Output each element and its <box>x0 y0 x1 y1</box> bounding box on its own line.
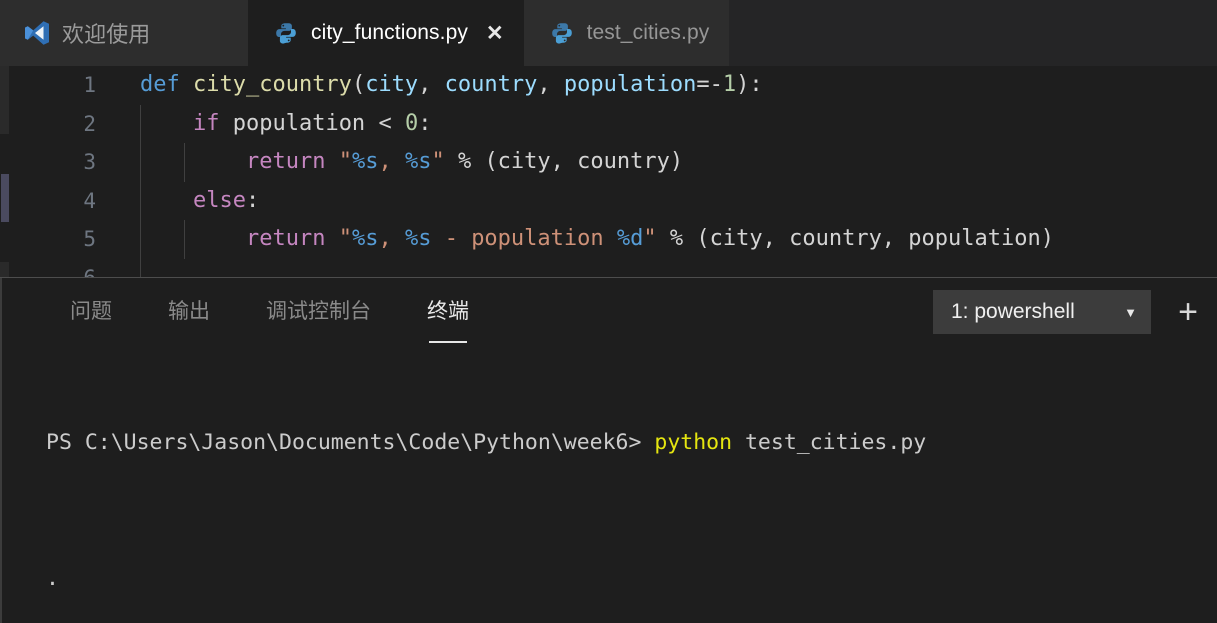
terminal-command-keyword: python <box>654 430 733 455</box>
bottom-panel: 问题 输出 调试控制台 终端 1: powershell ▼ + PS C:\User… <box>0 278 1217 623</box>
code-token: def <box>140 72 193 97</box>
code-token: return <box>245 226 326 251</box>
code-line: 3 return "%s, %s" % (city, country) <box>0 143 1217 182</box>
tab-welcome[interactable]: 欢迎使用 <box>0 0 248 66</box>
code-token: else <box>192 187 246 213</box>
code-token: 1 <box>722 72 737 97</box>
tab-bar-empty-space <box>729 0 1217 66</box>
code-token: , <box>378 226 405 251</box>
panel-actions: 1: powershell ▼ + <box>933 278 1207 346</box>
terminal-line: . <box>46 566 59 591</box>
code-token: country <box>444 72 538 97</box>
code-token: < <box>378 110 392 136</box>
code-token: 0 <box>404 110 419 136</box>
code-token: % (city, country, population) <box>656 226 1054 251</box>
code-token: population <box>219 110 379 136</box>
code-token: ( <box>351 72 366 97</box>
code-token: =- <box>696 72 723 97</box>
terminal-command-args: test_cities.py <box>732 430 927 455</box>
code-token: : <box>418 110 432 136</box>
code-line: 5 return "%s, %s - population %d" % (cit… <box>0 220 1217 259</box>
code-token: if <box>192 110 220 136</box>
code-token: " <box>431 149 445 174</box>
vscode-logo-icon <box>24 20 50 46</box>
tab-test-cities[interactable]: test_cities.py <box>523 0 730 66</box>
line-number: 2 <box>83 111 96 136</box>
panel-tab-0[interactable]: 问题 <box>70 295 112 329</box>
terminal-command-line: PS C:\Users\Jason\Documents\Code\Python\… <box>46 426 1217 460</box>
code-token: city_country <box>192 72 352 97</box>
code-token: % (city, country) <box>444 149 684 174</box>
code-token: " <box>643 226 657 251</box>
panel-tab-1[interactable]: 输出 <box>168 295 210 329</box>
line-number: 1 <box>83 73 96 97</box>
code-line: 2 if population < 0: <box>0 104 1217 144</box>
code-editor[interactable]: 1 def city_country(city, country, populat… <box>0 66 1217 278</box>
code-token: population <box>563 72 697 97</box>
scrollbar-track-segment <box>0 262 9 278</box>
code-token: %s <box>351 226 379 251</box>
code-line-text: def city_country(city, country, populati… <box>140 66 763 105</box>
code-token: %s <box>404 149 432 174</box>
line-number: 5 <box>83 227 96 251</box>
tab-test-cities-label: test_cities.py <box>586 21 710 44</box>
code-line: 4 else: <box>0 181 1217 221</box>
code-token: %d <box>616 226 644 251</box>
code-token: : <box>245 187 260 213</box>
code-token: " <box>338 149 352 174</box>
tab-city-functions-label: city_functions.py <box>311 21 468 44</box>
code-token: , <box>537 72 564 97</box>
line-number: 4 <box>83 188 96 213</box>
terminal-prompt: PS C:\Users\Jason\Documents\Code\Python\… <box>46 430 655 455</box>
code-line-text: if population < 0: <box>140 105 431 144</box>
terminal-selector-dropdown[interactable]: 1: powershell ▼ <box>933 290 1151 334</box>
scrollbar-track-segment <box>0 66 9 134</box>
line-number: 3 <box>83 150 96 174</box>
code-line-text: return "%s, %s" % (city, country) <box>140 143 683 182</box>
scrollbar-thumb[interactable] <box>1 174 9 222</box>
code-token: , <box>378 149 405 174</box>
code-line: 1 def city_country(city, country, populat… <box>0 66 1217 105</box>
code-token: ): <box>736 72 763 97</box>
code-token: return <box>245 149 326 174</box>
editor-left-scrollbar[interactable] <box>0 66 10 278</box>
vscode-window: 欢迎使用 city_functions.py ✕ test_cities.py <box>0 0 1217 623</box>
code-line: 6 <box>0 258 1217 279</box>
terminal-selector-value: 1: powershell <box>951 300 1075 323</box>
tab-close-icon[interactable]: ✕ <box>486 23 504 44</box>
editor-tab-bar: 欢迎使用 city_functions.py ✕ test_cities.py <box>0 0 1217 66</box>
panel-tab-2[interactable]: 调试控制台 <box>266 295 371 329</box>
indent-guide <box>140 258 141 278</box>
python-file-icon <box>274 21 298 45</box>
code-token: " <box>338 226 352 251</box>
panel-tab-3[interactable]: 终端 <box>427 295 469 343</box>
terminal-output[interactable]: PS C:\Users\Jason\Documents\Code\Python\… <box>2 346 1217 623</box>
python-file-icon <box>550 21 574 45</box>
tab-welcome-label: 欢迎使用 <box>62 22 151 47</box>
code-token: %s <box>404 226 432 251</box>
chevron-down-icon: ▼ <box>1124 304 1137 320</box>
new-terminal-plus-icon[interactable]: + <box>1171 295 1205 329</box>
code-line-text: else: <box>140 182 259 221</box>
code-token: city <box>365 72 419 97</box>
code-token: - population <box>431 226 617 251</box>
code-token: , <box>418 72 445 97</box>
code-token: %s <box>351 149 379 174</box>
code-line-text: return "%s, %s - population %d" % (city,… <box>140 220 1054 259</box>
tab-city-functions[interactable]: city_functions.py ✕ <box>248 0 524 66</box>
line-number: 6 <box>83 265 96 279</box>
